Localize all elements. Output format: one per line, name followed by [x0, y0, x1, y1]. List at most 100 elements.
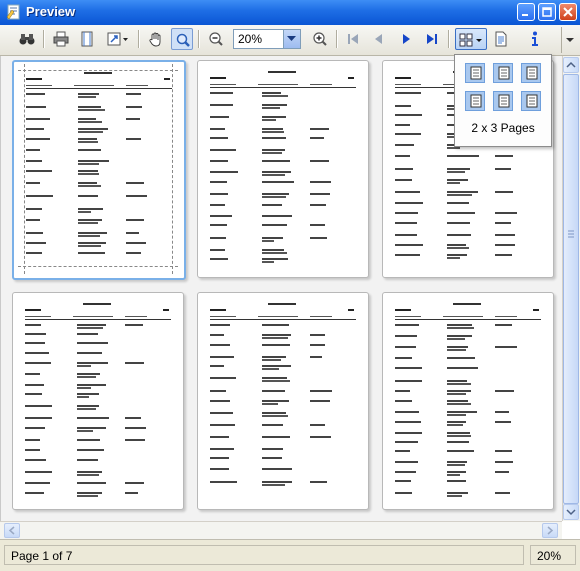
horizontal-scrollbar[interactable]: [0, 521, 562, 539]
report-text-line: [262, 258, 288, 260]
report-text-line: [395, 77, 411, 79]
printer-icon: [53, 31, 69, 47]
report-text-line: [495, 191, 513, 193]
report-text-line: [210, 87, 356, 88]
report-text-line: [77, 474, 99, 476]
page-thumbnail[interactable]: [197, 292, 369, 510]
report-text-line: [262, 95, 288, 97]
find-button[interactable]: [16, 28, 38, 50]
scroll-left-button[interactable]: [4, 523, 20, 538]
layout-option-1x3[interactable]: [521, 63, 541, 83]
first-page-icon: [348, 34, 358, 44]
vertical-scrollbar[interactable]: [562, 56, 580, 521]
export-button[interactable]: [490, 28, 512, 50]
scroll-right-button[interactable]: [542, 523, 558, 538]
report-text-line: [495, 390, 514, 392]
report-text-line: [310, 424, 325, 426]
report-text-line: [262, 436, 290, 438]
layout-option-2x2[interactable]: [493, 91, 513, 111]
report-text-line: [210, 316, 236, 317]
report-text-line: [395, 480, 411, 482]
report-text-line: [163, 309, 169, 311]
report-text-line: [25, 362, 51, 364]
report-text-line: [395, 179, 412, 181]
scroll-thumb[interactable]: [563, 74, 579, 504]
zoom-in-button[interactable]: [309, 28, 331, 50]
report-text-line: [78, 185, 101, 187]
info-icon: [532, 31, 538, 46]
report-text-line: [25, 309, 41, 311]
layout-option-1x1[interactable]: [465, 63, 485, 83]
report-text-line: [268, 71, 296, 73]
report-text-line: [262, 116, 286, 118]
report-text-line: [25, 333, 46, 335]
info-button[interactable]: [524, 28, 546, 50]
scroll-down-button[interactable]: [563, 504, 579, 520]
report-text-line: [126, 232, 139, 234]
report-text-line: [395, 367, 422, 369]
report-text-line: [210, 160, 228, 162]
report-text-line: [78, 211, 91, 213]
report-text-line: [310, 193, 330, 195]
report-text-line: [447, 202, 469, 204]
report-text-line: [262, 137, 286, 139]
report-text-line: [210, 481, 237, 483]
page-thumbnail[interactable]: [197, 60, 369, 278]
next-page-button[interactable]: [395, 28, 417, 50]
layout-option-2x3[interactable]: [521, 91, 541, 111]
chevron-down-icon[interactable]: [283, 30, 300, 48]
report-text-line: [395, 309, 411, 311]
close-button[interactable]: [559, 3, 577, 21]
report-text-line: [262, 484, 285, 486]
report-text-line: [210, 249, 225, 251]
minimize-button[interactable]: [517, 3, 535, 21]
report-text-line: [78, 235, 100, 237]
report-text-line: [310, 224, 325, 226]
report-text-line: [310, 137, 324, 139]
page-thumbnail[interactable]: [12, 292, 184, 510]
report-text-line: [210, 193, 228, 195]
report-text-line: [210, 181, 227, 183]
report-text-line: [495, 411, 509, 413]
page-setup-button[interactable]: [76, 28, 98, 50]
report-text-line: [25, 405, 52, 407]
report-text-line: [447, 421, 466, 423]
zoom-out-button[interactable]: [205, 28, 227, 50]
report-text-line: [447, 346, 468, 348]
scroll-up-button[interactable]: [563, 57, 579, 73]
report-text-line: [210, 215, 232, 217]
report-text-line: [78, 208, 103, 210]
layout-option-1x2[interactable]: [493, 63, 513, 83]
report-text-line: [26, 219, 40, 221]
scale-dropdown-button[interactable]: [104, 28, 132, 50]
report-text-line: [125, 427, 146, 429]
report-text-line: [78, 222, 98, 224]
layout-option-2x1[interactable]: [465, 91, 485, 111]
zoom-combo[interactable]: 20%: [233, 29, 301, 49]
report-text-line: [395, 222, 417, 224]
report-text-line: [78, 96, 96, 98]
magnifier-icon: [176, 33, 190, 47]
toolbar-overflow-button[interactable]: [561, 27, 579, 53]
page-thumbnail[interactable]: [382, 292, 554, 510]
first-page-button[interactable]: [342, 28, 364, 50]
report-text-line: [262, 261, 274, 263]
report-text-line: [262, 337, 288, 339]
multipage-dropdown-button[interactable]: [455, 28, 487, 50]
zoom-tool-button[interactable]: [171, 28, 193, 50]
hand-tool-button[interactable]: [145, 28, 167, 50]
page-thumbnail[interactable]: [12, 60, 186, 280]
previous-page-button[interactable]: [368, 28, 390, 50]
print-button[interactable]: [50, 28, 72, 50]
report-text-line: [78, 232, 107, 234]
report-text-line: [395, 234, 417, 236]
report-text-line: [26, 182, 40, 184]
report-text-line: [78, 160, 109, 162]
report-text-line: [395, 105, 411, 107]
report-text-line: [125, 417, 141, 419]
report-text-line: [78, 128, 108, 130]
report-text-line: [447, 324, 472, 326]
maximize-button[interactable]: [538, 3, 556, 21]
report-text-line: [447, 480, 466, 482]
last-page-button[interactable]: [421, 28, 443, 50]
